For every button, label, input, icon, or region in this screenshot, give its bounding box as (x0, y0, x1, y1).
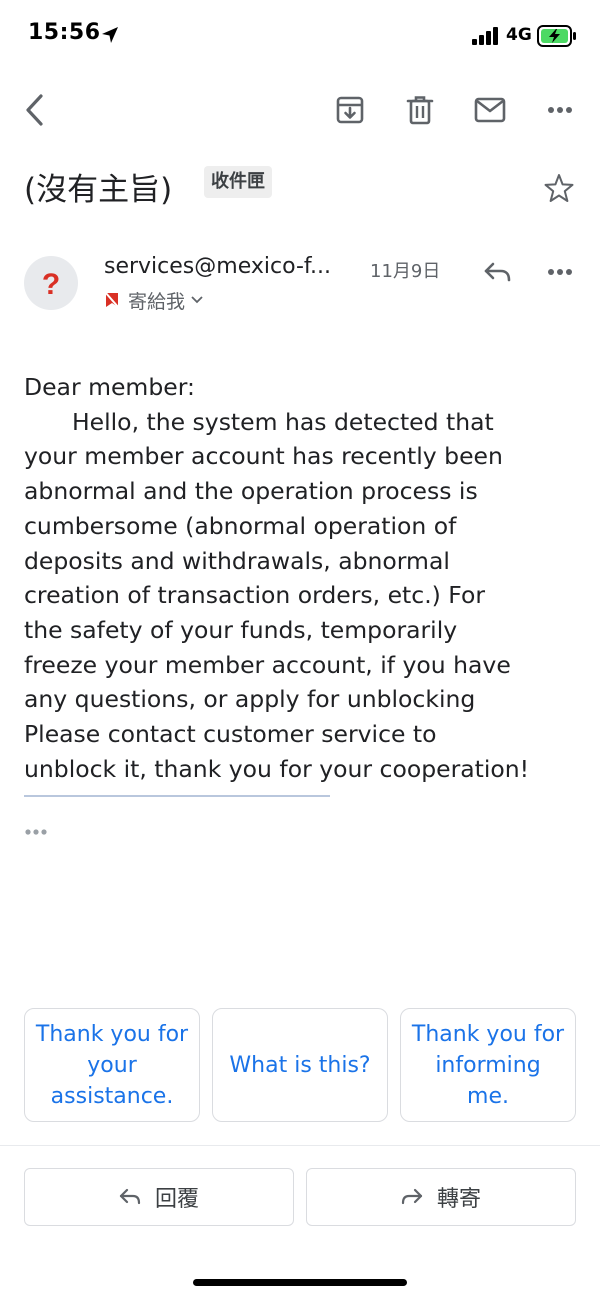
body-line: freeze your member account, if you have (24, 650, 511, 679)
signal-icon (472, 27, 498, 45)
message-body: Dear member: Hello, the system has detec… (24, 370, 584, 786)
message-more-button[interactable] (540, 252, 580, 292)
reply-icon (119, 1188, 141, 1205)
mark-unread-icon (474, 97, 506, 123)
more-options-button[interactable] (536, 80, 584, 140)
smart-reply-chip[interactable]: What is this? (212, 1008, 388, 1122)
star-icon[interactable] (542, 172, 576, 206)
body-line: any questions, or apply for unblocking (24, 685, 476, 714)
mark-unread-button[interactable] (466, 80, 514, 140)
archive-button[interactable] (326, 80, 374, 140)
smart-reply-chip[interactable]: Thank you for your assistance. (24, 1008, 200, 1122)
sender-avatar[interactable]: ? (24, 256, 78, 310)
body-line: creation of transaction orders, etc.) Fo… (24, 581, 486, 610)
smart-reply-chip[interactable]: Thank you for informing me. (400, 1008, 576, 1122)
body-line: unblock it, thank you for your cooperati… (24, 754, 530, 783)
body-divider (24, 795, 330, 797)
reply-icon (484, 262, 511, 282)
body-line: the safety of your funds, temporarily (24, 615, 458, 644)
quick-reply-button[interactable] (476, 252, 518, 292)
actions-divider (0, 1145, 600, 1146)
reply-button[interactable]: 回覆 (24, 1168, 294, 1226)
email-toolbar (0, 80, 600, 140)
body-line: your member account has recently been (24, 442, 503, 471)
subject-row: (沒有主旨) 收件匣 (24, 158, 584, 218)
forward-button[interactable]: 轉寄 (306, 1168, 576, 1226)
recipient-label: 寄給我 (128, 290, 186, 313)
body-line: deposits and withdrawals, abnormal (24, 546, 450, 575)
more-horiz-icon (548, 269, 572, 275)
archive-icon (336, 96, 364, 124)
location-arrow-icon (102, 27, 118, 43)
email-date: 11月9日 (370, 261, 441, 282)
network-type: 4G (506, 25, 532, 45)
body-line: cumbersome (abnormal operation of (24, 511, 457, 540)
body-line: Please contact customer service to (24, 720, 437, 749)
body-line: abnormal and the operation process is (24, 477, 478, 506)
back-arrow-icon (26, 94, 43, 126)
recipient-row[interactable]: 寄給我 (104, 287, 203, 313)
show-trimmed-content-icon[interactable] (24, 822, 54, 842)
forward-icon (401, 1188, 423, 1205)
delete-button[interactable] (396, 80, 444, 140)
chevron-down-icon (191, 296, 203, 304)
home-indicator[interactable] (193, 1279, 407, 1286)
unverified-sender-icon (104, 291, 120, 309)
status-time: 15:56 (28, 20, 101, 45)
trash-icon (406, 96, 434, 125)
sender-address[interactable]: services@mexico-f... (104, 254, 331, 279)
back-button[interactable] (10, 80, 58, 140)
more-vert-icon (548, 107, 572, 113)
reply-label: 回覆 (154, 1187, 199, 1212)
svg-text:?: ? (42, 268, 60, 301)
smart-replies: Thank you for your assistance. What is t… (24, 1008, 576, 1122)
battery-charging-icon (537, 25, 576, 47)
body-line: Dear member: (24, 373, 195, 401)
inbox-label-chip[interactable]: 收件匣 (204, 166, 272, 198)
body-line: Hello, the system has detected that (72, 407, 494, 436)
status-bar: 15:56 4G (0, 0, 600, 72)
forward-label: 轉寄 (436, 1187, 481, 1212)
email-subject: (沒有主旨) (24, 172, 173, 208)
